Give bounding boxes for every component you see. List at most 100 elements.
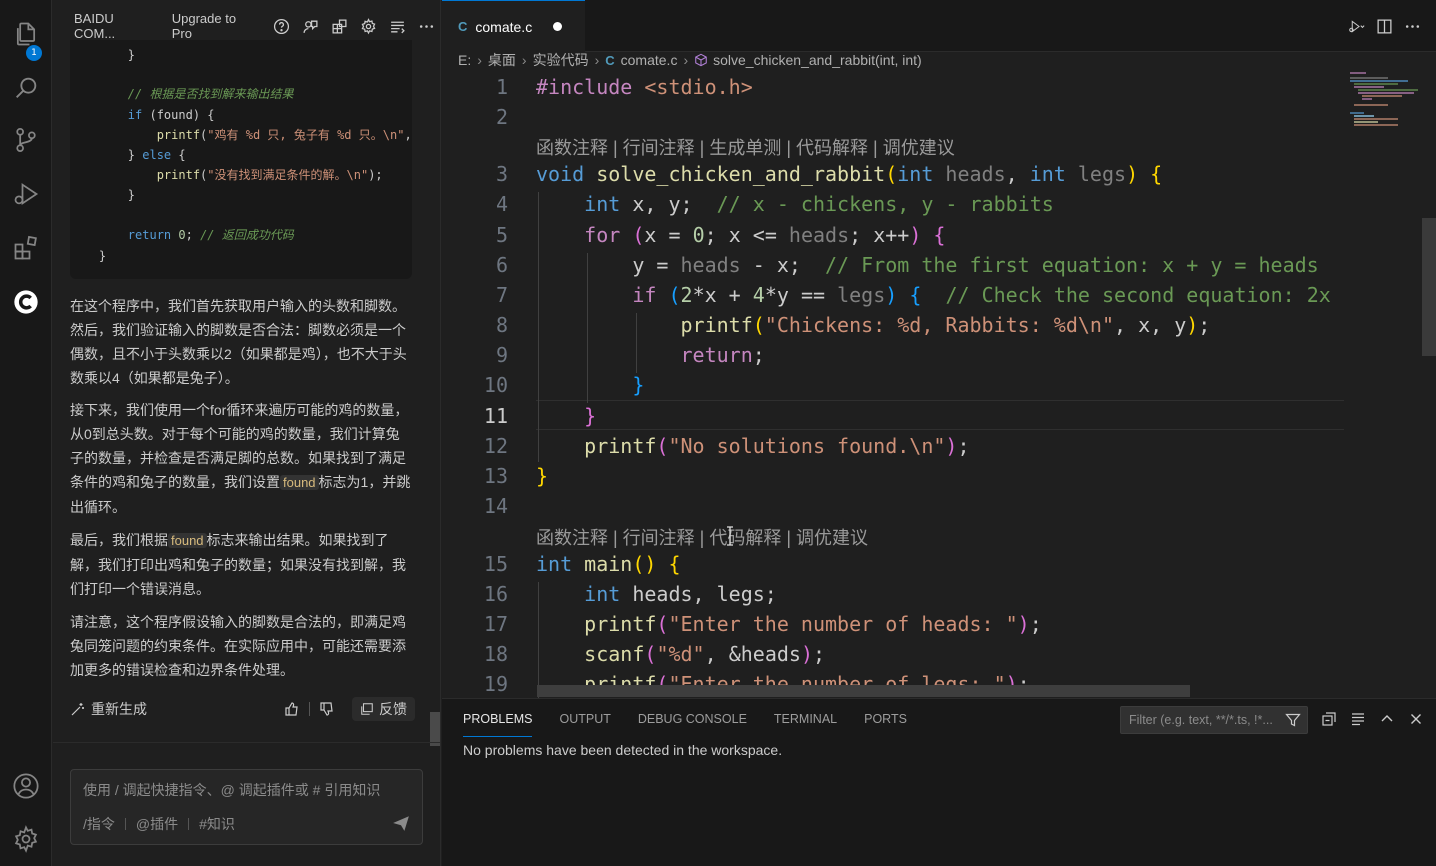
answer-paragraph: 在这个程序中，我们首先获取用户输入的头数和脚数。然后，我们验证输入的脚数是否合法… [70, 298, 407, 386]
account-icon[interactable] [0, 762, 52, 810]
snippet-line: return 0; // 返回成功代码 [70, 228, 294, 242]
c-file-icon: C [458, 19, 468, 34]
inline-code: found [168, 533, 207, 548]
line-number: 14 [483, 494, 508, 518]
run-debug-icon[interactable] [0, 170, 52, 218]
tab-ports[interactable]: PORTS [864, 711, 907, 737]
code-line: scanf("%d", &heads); [584, 642, 826, 666]
inline-code: found [280, 475, 319, 490]
breadcrumb-item[interactable]: comate.c [621, 52, 678, 68]
snippet-line: printf("鸡有 %d 只, 兔子有 %d 只。\n", [70, 128, 412, 142]
thumbs-up-icon[interactable] [281, 698, 303, 720]
answer-paragraph: 最后，我们根据 found 标志来输出结果。如果找到了解，我们打印出鸡和兔子的数量；… [70, 532, 406, 597]
magic-wand-icon [71, 703, 84, 716]
send-icon[interactable] [392, 814, 410, 832]
snippet-line: if (found) { [70, 108, 215, 122]
code-snippet-card: } // 根据是否找到解来输出结果 if (found) { printf("鸡… [70, 40, 412, 279]
snippet-line: } else { [70, 148, 186, 162]
view-list-icon[interactable] [1343, 707, 1372, 731]
line-number: 4 [495, 192, 508, 216]
code-line: } [632, 373, 645, 397]
tab-output[interactable]: OUTPUT [559, 711, 610, 737]
code-line: int heads, legs; [584, 582, 777, 606]
command-chip[interactable]: /指令 [83, 814, 115, 834]
breadcrumb-item[interactable]: E: [458, 52, 471, 68]
maximize-panel-icon[interactable] [1372, 707, 1401, 731]
chat-input-placeholder: 使用 / 调起快捷指令、@ 调起插件或 # 引用知识 [83, 782, 381, 798]
comate-icon[interactable] [0, 278, 52, 326]
code-line: return; [680, 343, 765, 367]
breadcrumb-item[interactable]: 实验代码 [533, 50, 589, 70]
tab-terminal[interactable]: TERMINAL [774, 711, 837, 737]
problems-filter-input[interactable]: Filter (e.g. text, **/*.ts, !*... [1120, 706, 1308, 734]
answer-paragraph: 接下来，我们使用一个for循环来遍历可能的鸡的数量，从0到总头数。对于每个可能的… [70, 402, 411, 515]
symbol-method-icon [695, 53, 707, 67]
code-line: if (2*x + 4*y == legs) { // Check the se… [632, 283, 1331, 307]
search-icon[interactable] [0, 64, 52, 112]
thumbs-down-icon[interactable] [316, 698, 338, 720]
list-icon[interactable] [383, 16, 412, 36]
code-line: void solve_chicken_and_rabbit(int heads,… [536, 162, 1163, 186]
chat-input[interactable]: 使用 / 调起快捷指令、@ 调起插件或 # 引用知识 /指令 @插件 #知识 [70, 769, 423, 845]
code-line: printf("No solutions found.\n"); [584, 434, 970, 458]
tab-bar: C comate.c [442, 0, 1436, 52]
code-lens[interactable]: 函数注释 | 行间注释 | 生成单测 | 代码解释 | 调优建议 [536, 134, 955, 160]
tab-comate-c[interactable]: C comate.c [442, 0, 585, 52]
line-number: 17 [483, 612, 508, 636]
source-control-icon[interactable] [0, 116, 52, 164]
line-number: 18 [483, 642, 508, 666]
breadcrumb-item[interactable]: solve_chicken_and_rabbit(int, int) [713, 52, 922, 68]
line-number: 9 [495, 343, 508, 367]
minimap[interactable] [1348, 70, 1420, 130]
knowledge-chip[interactable]: #知识 [199, 814, 235, 834]
line-number: 13 [483, 464, 508, 488]
code-line: int main() { [536, 552, 681, 576]
c-file-icon: C [605, 52, 615, 68]
line-number: 15 [483, 552, 508, 576]
breadcrumb-item[interactable]: 桌面 [488, 50, 516, 70]
editor-more-icon[interactable] [1398, 14, 1426, 38]
tab-problems[interactable]: PROBLEMS [463, 711, 533, 737]
snippet-line: } [70, 249, 107, 263]
filter-placeholder: Filter (e.g. text, **/*.ts, !*... [1129, 713, 1273, 727]
plugin-chip[interactable]: @插件 [136, 814, 178, 834]
help-icon[interactable] [267, 16, 296, 36]
tab-debug-console[interactable]: DEBUG CONSOLE [638, 711, 747, 737]
extensions-icon[interactable] [0, 224, 52, 272]
problems-message: No problems have been detected in the wo… [463, 742, 783, 758]
code-line: y = heads - x; // From the first equatio… [632, 253, 1319, 277]
chat-scrollbar[interactable] [430, 712, 440, 746]
panel-title: BAIDU COM... [74, 11, 116, 41]
line-number: 6 [495, 253, 508, 277]
line-number-active: 11 [483, 404, 508, 428]
layout-icon[interactable] [325, 16, 354, 36]
code-area[interactable]: 1 2 3 4 5 6 7 8 9 10 11 12 13 14 15 16 1… [442, 70, 1436, 698]
collapse-all-icon[interactable] [1314, 707, 1343, 731]
manage-gear-icon[interactable] [0, 815, 52, 863]
vertical-scrollbar[interactable] [1422, 218, 1436, 356]
filter-icon[interactable] [1285, 712, 1301, 728]
upgrade-link[interactable]: Upgrade to Pro [172, 11, 257, 41]
chat-history-icon[interactable] [296, 16, 325, 36]
snippet-line: } [70, 48, 136, 62]
explorer-icon[interactable]: 1 [0, 10, 52, 61]
editor: C comate.c E: › 桌面 › 实验代码 › C comate.c ›… [442, 0, 1436, 698]
feedback-row: 反馈 [281, 697, 415, 721]
unsaved-dot-icon[interactable] [553, 22, 562, 31]
breadcrumb: E: › 桌面 › 实验代码 › C comate.c › solve_chic… [458, 50, 922, 70]
more-icon[interactable] [412, 16, 441, 36]
code-lens[interactable]: 函数注释 | 行间注释 | 代码解释 | 调优建议 [536, 524, 868, 550]
feedback-button[interactable]: 反馈 [352, 697, 415, 721]
settings-gear-icon[interactable] [354, 16, 383, 36]
split-editor-icon[interactable] [1370, 14, 1398, 38]
snippet-line: // 根据是否找到解来输出结果 [70, 87, 294, 101]
line-number: 3 [495, 162, 508, 186]
mouse-ibeam-icon [727, 526, 733, 546]
horizontal-scrollbar[interactable] [537, 685, 1190, 697]
run-debug-dropdown-icon[interactable] [1342, 14, 1370, 38]
line-number: 16 [483, 582, 508, 606]
line-number: 2 [495, 105, 508, 129]
line-number: 12 [483, 434, 508, 458]
regenerate-button[interactable]: 重新生成 [70, 697, 147, 721]
close-panel-icon[interactable] [1401, 707, 1430, 731]
